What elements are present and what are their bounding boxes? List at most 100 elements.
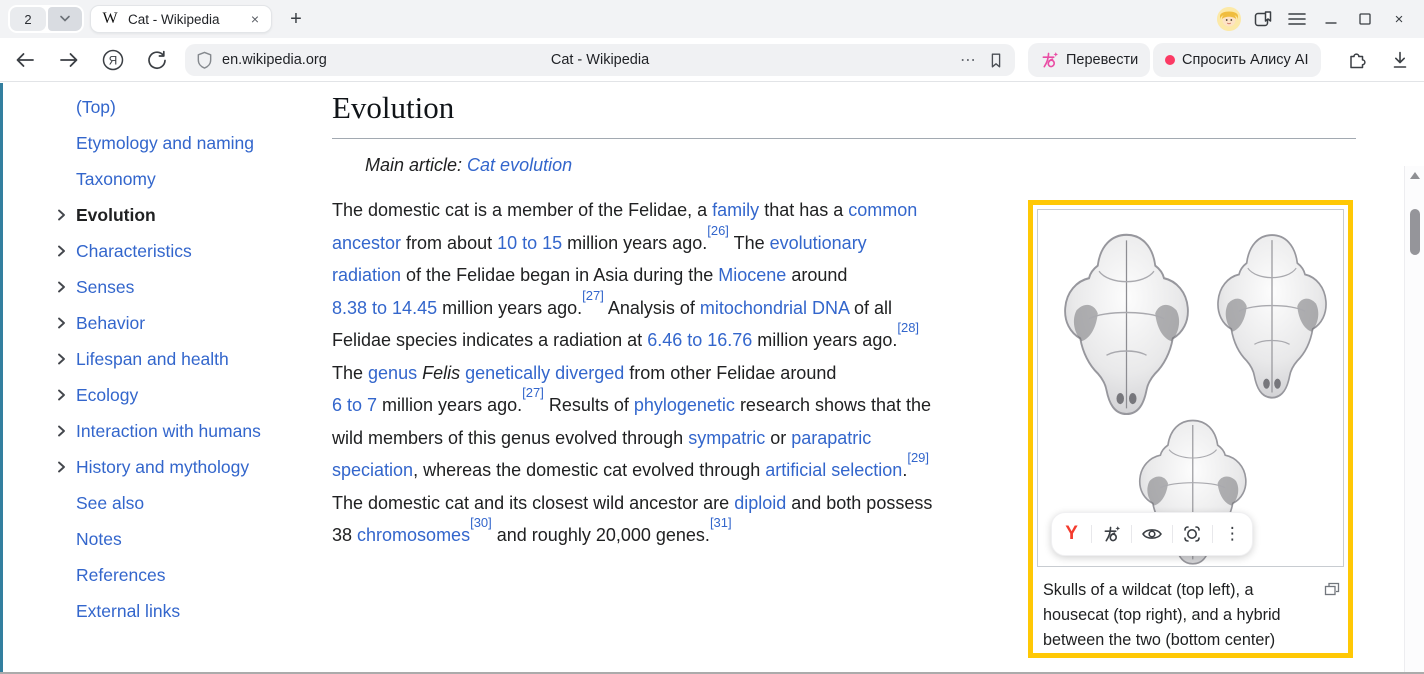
- downloads-button[interactable]: [1385, 45, 1415, 75]
- chevron-right-icon[interactable]: [56, 207, 68, 223]
- chevron-right-icon[interactable]: [56, 351, 68, 367]
- article-link[interactable]: 6 to 7: [332, 395, 377, 415]
- window-close-button[interactable]: ×: [1382, 0, 1416, 38]
- article-link[interactable]: mitochondrial DNA: [700, 298, 849, 318]
- sidebar-item-references[interactable]: References: [56, 557, 306, 593]
- reference-link[interactable]: [30]: [470, 515, 492, 530]
- tab-list-dropdown[interactable]: [48, 7, 82, 31]
- tab-counter[interactable]: 2: [10, 7, 46, 31]
- window-minimize-button[interactable]: [1314, 0, 1348, 38]
- forward-arrow-icon: [58, 50, 80, 70]
- article-link[interactable]: family: [712, 200, 759, 220]
- chevron-right-icon[interactable]: [56, 459, 68, 475]
- sidebar-item-etymology-and-naming[interactable]: Etymology and naming: [56, 125, 306, 161]
- scroll-up-arrow[interactable]: [1410, 172, 1420, 179]
- translate-image-button[interactable]: [1092, 512, 1131, 556]
- sidebar-item-see-also[interactable]: See also: [56, 485, 306, 521]
- reference-link[interactable]: [27]: [522, 385, 544, 400]
- sidebar-item-senses[interactable]: Senses: [56, 269, 306, 305]
- sidebar-item-evolution[interactable]: Evolution: [56, 197, 306, 233]
- article-link[interactable]: common: [848, 200, 917, 220]
- url-domain[interactable]: en.wikipedia.org: [222, 52, 327, 68]
- article-link[interactable]: evolutionary: [770, 233, 867, 253]
- paragraph-text: wild members of this genus evolved throu…: [332, 428, 688, 448]
- view-image-button[interactable]: [1132, 512, 1171, 556]
- reference-link[interactable]: [29]: [907, 450, 929, 465]
- article-link[interactable]: radiation: [332, 265, 401, 285]
- paragraph-text: The: [332, 363, 368, 383]
- reference-link[interactable]: [26]: [707, 223, 729, 238]
- article-link[interactable]: parapatric: [791, 428, 871, 448]
- sidebar-item-history-and-mythology[interactable]: History and mythology: [56, 449, 306, 485]
- profile-avatar[interactable]: [1212, 0, 1246, 38]
- chevron-right-icon[interactable]: [56, 423, 68, 439]
- sidebar-item-ecology[interactable]: Ecology: [56, 377, 306, 413]
- tab-close-icon[interactable]: ×: [249, 11, 261, 27]
- article-link[interactable]: sympatric: [688, 428, 765, 448]
- image-more-button[interactable]: ⋮: [1213, 512, 1252, 556]
- reference-link[interactable]: [28]: [897, 320, 919, 335]
- bookmark-icon[interactable]: [987, 51, 1005, 70]
- extensions-button[interactable]: [1341, 45, 1371, 75]
- tab-counter-group[interactable]: 2: [8, 5, 84, 33]
- article-link[interactable]: speciation: [332, 460, 413, 480]
- sidebar-item-behavior[interactable]: Behavior: [56, 305, 306, 341]
- paragraph-line: Felidae species indicates a radiation at…: [332, 324, 1032, 357]
- paragraph-text: million years ago.: [752, 330, 897, 350]
- article-link[interactable]: genus: [368, 363, 417, 383]
- sidebar-item-interaction-with-humans[interactable]: Interaction with humans: [56, 413, 306, 449]
- figure-caption-text: Skulls of a wildcat (top left), a housec…: [1043, 581, 1281, 649]
- sidebar-item-notes[interactable]: Notes: [56, 521, 306, 557]
- hatnote-link[interactable]: Cat evolution: [467, 155, 572, 175]
- reference-link[interactable]: [27]: [582, 288, 604, 303]
- reload-button[interactable]: [142, 45, 172, 75]
- address-bar[interactable]: en.wikipedia.org Cat - Wikipedia ⋯: [185, 44, 1015, 76]
- scrollbar-thumb[interactable]: [1410, 209, 1420, 255]
- article-link[interactable]: chromosomes: [357, 525, 470, 545]
- bookmarks-panel-button[interactable]: [1246, 0, 1280, 38]
- article-link[interactable]: 6.46 to 16.76: [647, 330, 752, 350]
- browser-menu-button[interactable]: [1280, 0, 1314, 38]
- yandex-logo-button[interactable]: Y: [1052, 512, 1091, 556]
- back-button[interactable]: [10, 45, 40, 75]
- paragraph-text: 38: [332, 525, 357, 545]
- forward-button[interactable]: [54, 45, 84, 75]
- search-by-image-button[interactable]: [1173, 512, 1212, 556]
- chevron-right-icon[interactable]: [56, 243, 68, 259]
- article-link[interactable]: diploid: [734, 493, 786, 513]
- yandex-circle-icon: Я: [101, 48, 125, 72]
- address-more-icon[interactable]: ⋯: [960, 50, 977, 70]
- article-link[interactable]: phylogenetic: [634, 395, 735, 415]
- sidebar-item-external-links[interactable]: External links: [56, 593, 306, 629]
- article-link[interactable]: 8.38 to 14.45: [332, 298, 437, 318]
- tab-cat-wikipedia[interactable]: W Cat - Wikipedia ×: [90, 5, 272, 33]
- paragraph-text: Analysis of: [604, 298, 700, 318]
- taxon-name: Felis: [422, 363, 460, 383]
- paragraph-text: , whereas the domestic cat evolved throu…: [413, 460, 765, 480]
- chevron-right-icon[interactable]: [56, 387, 68, 403]
- scrollbar[interactable]: [1404, 166, 1424, 674]
- window-maximize-button[interactable]: [1348, 0, 1382, 38]
- wikipedia-favicon: W: [101, 10, 119, 28]
- chevron-right-icon[interactable]: [56, 279, 68, 295]
- article-link[interactable]: ancestor: [332, 233, 401, 253]
- figure-image[interactable]: Y: [1037, 209, 1344, 567]
- sidebar-item-taxonomy[interactable]: Taxonomy: [56, 161, 306, 197]
- reference-link[interactable]: [31]: [710, 515, 732, 530]
- article-link[interactable]: genetically diverged: [465, 363, 624, 383]
- article-link[interactable]: 10 to 15: [497, 233, 562, 253]
- paragraph-text: The domestic cat and its closest wild an…: [332, 493, 734, 513]
- enlarge-icon[interactable]: [1324, 581, 1340, 596]
- article-link[interactable]: artificial selection: [765, 460, 902, 480]
- sidebar-item-label: History and mythology: [76, 457, 249, 478]
- translate-button[interactable]: Перевести: [1028, 43, 1150, 77]
- sidebar-item-top[interactable]: (Top): [56, 89, 306, 125]
- chevron-right-icon[interactable]: [56, 315, 68, 331]
- article-link[interactable]: Miocene: [718, 265, 786, 285]
- new-tab-button[interactable]: +: [282, 5, 310, 33]
- sidebar-item-lifespan-and-health[interactable]: Lifespan and health: [56, 341, 306, 377]
- yandex-home-button[interactable]: Я: [98, 45, 128, 75]
- figure-thumbnail[interactable]: Y: [1028, 200, 1353, 658]
- ask-alice-button[interactable]: Спросить Алису AI: [1153, 43, 1321, 77]
- sidebar-item-characteristics[interactable]: Characteristics: [56, 233, 306, 269]
